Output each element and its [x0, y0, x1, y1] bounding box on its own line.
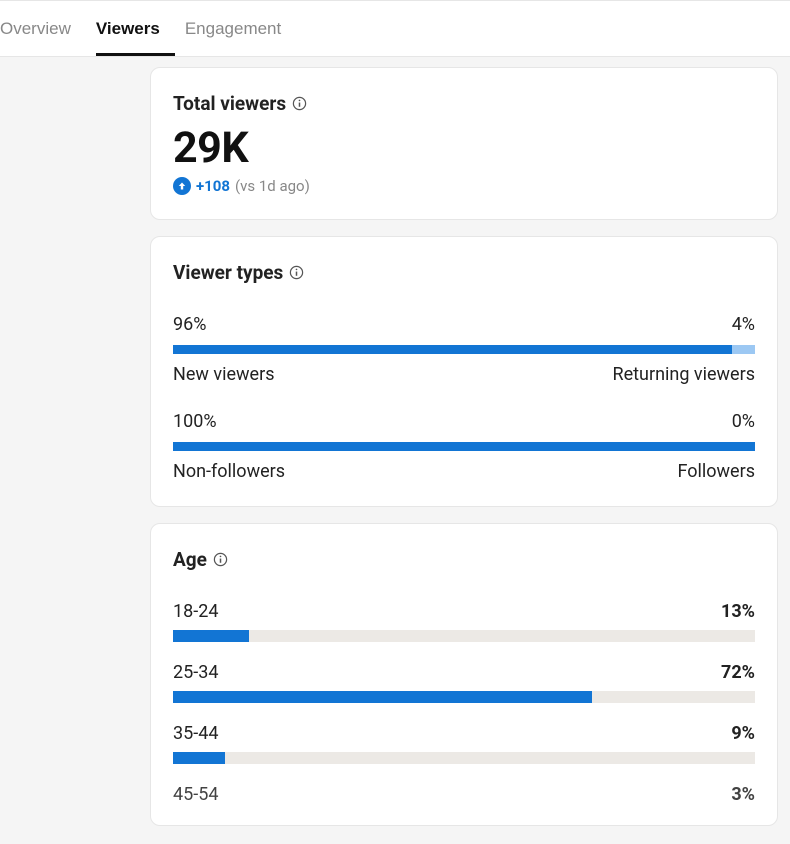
age-chart: 18-24 13% 25-34 72% 35-44 9% 45-54 3%: [173, 601, 755, 805]
age-bucket-label: 18-24: [173, 601, 218, 622]
right-label: Returning viewers: [613, 364, 755, 385]
right-percent: 4%: [732, 314, 755, 335]
info-icon[interactable]: [292, 96, 307, 111]
viewer-types-chart: 96% 4% New viewers Returning viewers 100% 0% N…: [173, 314, 755, 482]
viewer-types-card: Viewer types 96% 4% New viewers Returning v…: [150, 236, 778, 507]
age-bar-fill: [173, 630, 249, 642]
info-icon[interactable]: [289, 265, 304, 280]
total-viewers-title: Total viewers: [173, 92, 755, 115]
age-row: 45-54 3%: [173, 784, 755, 805]
left-percent: 100%: [173, 411, 217, 432]
viewer-types-labels: New viewers Returning viewers: [173, 364, 755, 385]
viewer-types-bar-fill: [173, 442, 755, 451]
age-title: Age: [173, 548, 755, 571]
age-row: 35-44 9%: [173, 723, 755, 764]
left-label: Non-followers: [173, 461, 285, 482]
age-bar-track: [173, 752, 755, 764]
total-viewers-delta: +108 (vs 1d ago): [173, 177, 755, 195]
age-card: Age 18-24 13% 25-34 72% 35-44 9% 45-54 3%: [150, 523, 778, 826]
age-bucket-percent: 3%: [731, 784, 755, 805]
left-label: New viewers: [173, 364, 274, 385]
age-bucket-label: 45-54: [173, 784, 218, 805]
tab-overview[interactable]: Overview: [0, 11, 86, 56]
viewer-types-row: 96% 4% New viewers Returning viewers: [173, 314, 755, 385]
age-row-header: 18-24 13%: [173, 601, 755, 622]
viewer-types-title: Viewer types: [173, 261, 755, 284]
tabs-bar: Overview Viewers Engagement: [0, 0, 790, 57]
viewer-types-bar-fill: [173, 345, 732, 354]
age-row-header: 35-44 9%: [173, 723, 755, 744]
total-viewers-card: Total viewers 29K +108 (vs 1d ago): [150, 67, 778, 220]
total-viewers-value: 29K: [173, 123, 755, 173]
age-row-header: 25-34 72%: [173, 662, 755, 683]
left-percent: 96%: [173, 314, 206, 335]
total-viewers-title-text: Total viewers: [173, 92, 286, 115]
age-bucket-label: 35-44: [173, 723, 218, 744]
arrow-up-icon: [173, 177, 191, 195]
age-bar-fill: [173, 691, 592, 703]
tab-viewers[interactable]: Viewers: [96, 11, 175, 56]
viewer-types-percents: 100% 0%: [173, 411, 755, 432]
delta-value: +108: [196, 177, 230, 195]
viewer-types-bar: [173, 345, 755, 354]
age-bar-track: [173, 630, 755, 642]
info-icon[interactable]: [213, 552, 228, 567]
age-row: 25-34 72%: [173, 662, 755, 703]
age-bucket-percent: 13%: [721, 601, 755, 622]
viewer-types-row: 100% 0% Non-followers Followers: [173, 411, 755, 482]
age-row: 18-24 13%: [173, 601, 755, 642]
viewer-types-bar: [173, 442, 755, 451]
viewer-types-labels: Non-followers Followers: [173, 461, 755, 482]
right-percent: 0%: [732, 411, 755, 432]
tab-engagement[interactable]: Engagement: [185, 11, 296, 56]
right-label: Followers: [677, 461, 755, 482]
viewer-types-percents: 96% 4%: [173, 314, 755, 335]
age-bucket-label: 25-34: [173, 662, 218, 683]
content-area: Total viewers 29K +108 (vs 1d ago) Viewe: [150, 57, 790, 826]
age-row-header: 45-54 3%: [173, 784, 755, 805]
age-bucket-percent: 9%: [731, 723, 755, 744]
age-bar-fill: [173, 752, 225, 764]
age-title-text: Age: [173, 548, 207, 571]
delta-reference: (vs 1d ago): [235, 177, 310, 195]
age-bucket-percent: 72%: [721, 662, 755, 683]
age-bar-track: [173, 691, 755, 703]
viewer-types-title-text: Viewer types: [173, 261, 283, 284]
